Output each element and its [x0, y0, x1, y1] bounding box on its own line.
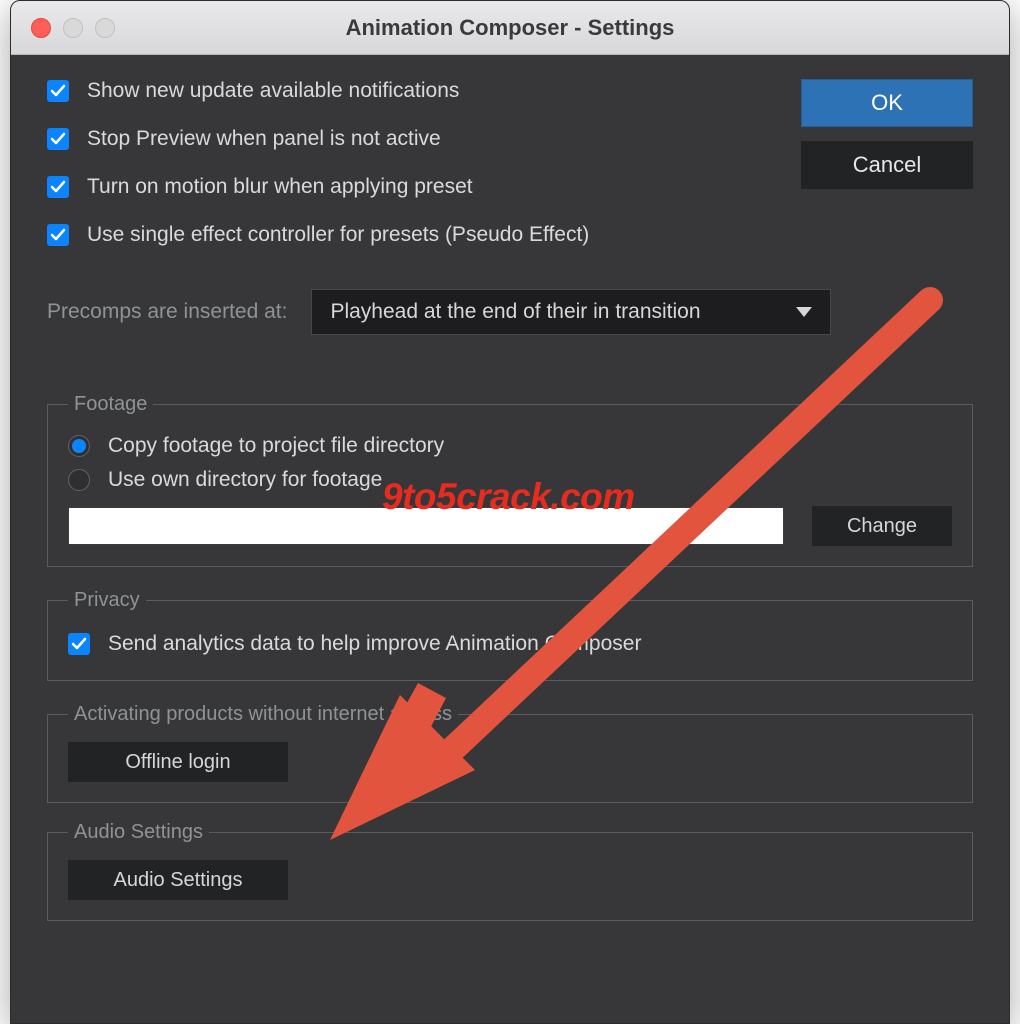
checkbox-stop-preview[interactable] [47, 128, 69, 150]
label-stop-preview: Stop Preview when panel is not active [87, 127, 441, 151]
footage-path-input[interactable] [68, 507, 784, 545]
radio-copy-footage[interactable] [68, 435, 90, 457]
activation-legend: Activating products without internet acc… [68, 703, 458, 726]
settings-window: Animation Composer - Settings Show new u… [10, 0, 1010, 1024]
checkbox-update-notifications[interactable] [47, 80, 69, 102]
ok-button[interactable]: OK [801, 79, 973, 127]
settings-body: Show new update available notifications … [11, 55, 1009, 1023]
privacy-legend: Privacy [68, 589, 146, 612]
label-copy-footage: Copy footage to project file directory [108, 434, 444, 458]
label-own-directory: Use own directory for footage [108, 468, 382, 492]
chevron-down-icon [796, 307, 812, 317]
close-window-button[interactable] [31, 18, 51, 38]
change-button[interactable]: Change [812, 506, 952, 546]
offline-login-button[interactable]: Offline login [68, 742, 288, 782]
precomps-selected: Playhead at the end of their in transiti… [330, 300, 700, 324]
label-motion-blur: Turn on motion blur when applying preset [87, 175, 473, 199]
checkbox-analytics[interactable] [68, 633, 90, 655]
titlebar: Animation Composer - Settings [11, 1, 1009, 55]
footage-legend: Footage [68, 393, 153, 416]
label-pseudo-effect: Use single effect controller for presets… [87, 223, 589, 247]
privacy-fieldset: Privacy Send analytics data to help impr… [47, 589, 973, 681]
audio-legend: Audio Settings [68, 821, 209, 844]
label-update-notifications: Show new update available notifications [87, 79, 459, 103]
label-analytics: Send analytics data to help improve Anim… [108, 632, 641, 656]
radio-own-directory[interactable] [68, 469, 90, 491]
checkbox-pseudo-effect[interactable] [47, 224, 69, 246]
checkbox-motion-blur[interactable] [47, 176, 69, 198]
activation-fieldset: Activating products without internet acc… [47, 703, 973, 803]
audio-fieldset: Audio Settings Audio Settings [47, 821, 973, 921]
minimize-window-button[interactable] [63, 18, 83, 38]
cancel-button[interactable]: Cancel [801, 141, 973, 189]
audio-settings-button[interactable]: Audio Settings [68, 860, 288, 900]
precomps-label: Precomps are inserted at: [47, 300, 287, 324]
footage-fieldset: Footage Copy footage to project file dir… [47, 393, 973, 567]
zoom-window-button[interactable] [95, 18, 115, 38]
traffic-lights [31, 18, 115, 38]
window-title: Animation Composer - Settings [11, 15, 1009, 41]
precomps-dropdown[interactable]: Playhead at the end of their in transiti… [311, 289, 831, 335]
